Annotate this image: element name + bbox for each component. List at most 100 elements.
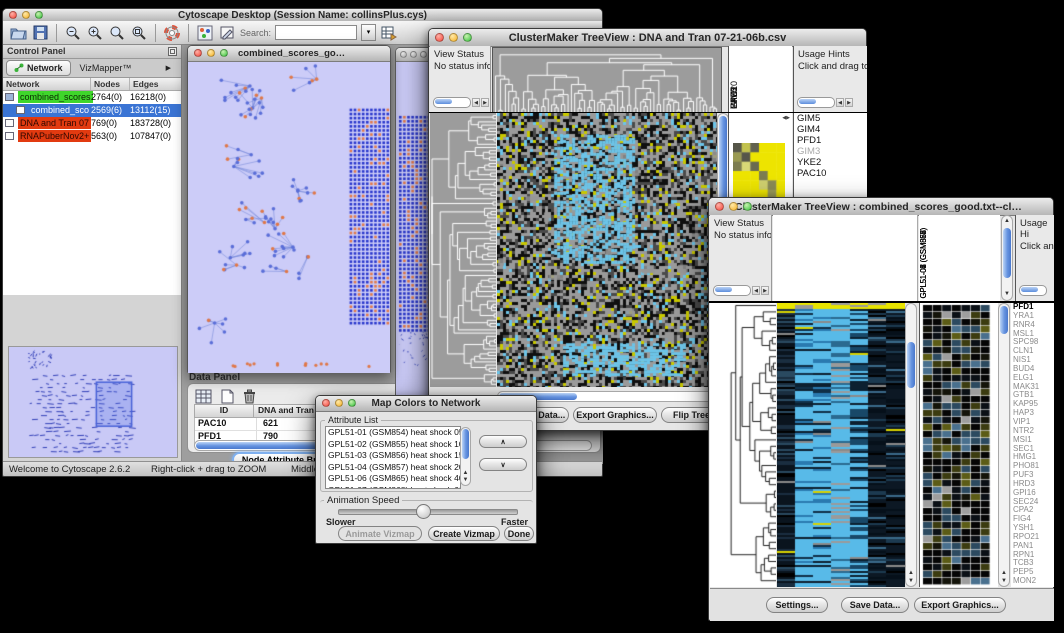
gene-label[interactable]: GIM4 [794, 124, 867, 135]
tv2-labels-vscrollbar[interactable]: ▲ ▼ [1001, 215, 1013, 301]
treeview2-title-bar[interactable]: ClusterMaker TreeView : combined_scores_… [709, 198, 1053, 216]
tab-vizmapper[interactable]: VizMapper™ [73, 61, 139, 75]
export-graphics-button[interactable]: Export Graphics... [573, 407, 657, 423]
minimize-button[interactable] [22, 11, 30, 19]
import-table-icon[interactable] [380, 24, 398, 42]
search-input[interactable] [275, 25, 357, 40]
network-view-title-bar[interactable]: combined_scores_good.txt--cluste... [188, 46, 390, 62]
scroll-right-arrow[interactable]: ▶ [845, 98, 853, 107]
tv1-row-dendrogram-canvas[interactable] [430, 113, 496, 387]
network-row[interactable]: DNA and Tran 07 769(0) 183728(0) [3, 117, 181, 130]
move-down-button[interactable]: ∨ [479, 458, 527, 471]
background-window-title-bar[interactable] [396, 48, 432, 62]
move-up-button[interactable]: ∧ [479, 435, 527, 448]
close-button[interactable] [715, 202, 724, 211]
scroll-up-arrow[interactable]: ▲ [906, 570, 916, 577]
tv2-column-dendrogram-area[interactable] [773, 215, 918, 301]
done-button[interactable]: Done [504, 526, 534, 541]
zoom-button[interactable] [743, 202, 752, 211]
mini-scroll-arrows[interactable]: ◀▶ [782, 115, 790, 121]
scroll-up-arrow[interactable]: ▲ [1002, 218, 1012, 225]
close-button[interactable] [435, 33, 444, 42]
background-network-canvas[interactable] [396, 62, 432, 399]
gene-label[interactable]: GIM5 [794, 113, 867, 124]
treeview1-title-bar[interactable]: ClusterMaker TreeView : DNA and Tran 07-… [429, 29, 866, 47]
network-row[interactable]: combined_scores 2764(0) 16218(0) [3, 91, 181, 104]
attribute-item[interactable]: GPL51-04 (GSM857) heat shock 20 min [326, 462, 460, 474]
attribute-item[interactable]: GPL51-03 (GSM856) heat shock 15 min [326, 450, 460, 462]
column-label[interactable]: GPL51-08 (GSM872) [919, 228, 928, 299]
search-dropdown-arrow[interactable]: ▾ [361, 24, 376, 41]
scroll-down-arrow[interactable]: ▼ [1002, 291, 1012, 298]
tab-network[interactable]: Network [6, 60, 71, 76]
minimize-button[interactable] [449, 33, 458, 42]
export-graphics-button[interactable]: Export Graphics... [914, 597, 1006, 613]
scroll-right-arrow[interactable]: ▶ [481, 98, 489, 107]
gene-label[interactable]: PAC10 [794, 168, 867, 179]
annotation-icon[interactable] [218, 24, 236, 42]
gene-label[interactable]: PFD1 [794, 135, 867, 146]
delete-attribute-trash-icon[interactable] [240, 387, 258, 405]
save-floppy-icon[interactable] [31, 24, 49, 42]
help-lifesaver-icon[interactable] [163, 24, 181, 42]
scroll-down-arrow[interactable]: ▼ [999, 578, 1009, 585]
attribute-listbox[interactable]: GPL51-01 (GSM854) heat shock 05 minGPL51… [325, 426, 461, 489]
open-folder-icon[interactable] [9, 24, 27, 42]
network-overview-canvas[interactable] [8, 346, 178, 458]
animate-vizmap-button[interactable]: Animate Vizmap [338, 526, 422, 541]
zoom-button[interactable] [220, 49, 228, 57]
network-row[interactable]: RNAPuberNov2+ 563(0) 107847(0) [3, 130, 181, 143]
zoom-button[interactable] [463, 33, 472, 42]
vizmapper-node-icon[interactable] [196, 24, 214, 42]
new-attribute-icon[interactable] [218, 387, 236, 405]
close-button[interactable] [9, 11, 17, 19]
tv2-heatmap-vscrollbar[interactable]: ▲ ▼ [905, 303, 917, 587]
zoom-button[interactable] [35, 11, 43, 19]
tv2-zoom-detail-canvas[interactable] [919, 303, 998, 587]
network-graph-canvas[interactable] [188, 62, 390, 373]
gene-label[interactable]: YKE2 [794, 157, 867, 168]
attribute-item[interactable]: GPL51-06 (GSM865) heat shock 40 min [326, 473, 460, 485]
scroll-up-arrow[interactable]: ▲ [999, 570, 1009, 577]
minimize-button[interactable] [335, 399, 343, 407]
close-button[interactable] [322, 399, 330, 407]
zoom-in-icon[interactable] [86, 24, 104, 42]
network-row[interactable]: combined_sco 2569(6) 13112(15) [3, 104, 181, 117]
zoom-button[interactable] [348, 399, 356, 407]
slider-thumb[interactable] [416, 504, 431, 519]
tv2-heatmap-canvas[interactable] [777, 303, 905, 587]
scroll-down-arrow[interactable]: ▼ [906, 578, 916, 585]
scroll-left-arrow[interactable]: ◀ [752, 286, 760, 295]
zoom-selected-icon[interactable] [130, 24, 148, 42]
zoom-fit-icon[interactable] [108, 24, 126, 42]
gene-label[interactable]: GIM3 [794, 146, 867, 157]
scroll-left-arrow[interactable]: ◀ [836, 98, 844, 107]
zoom-out-icon[interactable] [64, 24, 82, 42]
close-button[interactable] [400, 51, 407, 58]
minimize-button[interactable] [207, 49, 215, 57]
scroll-left-arrow[interactable]: ◀ [472, 98, 480, 107]
mini-scrollbar[interactable]: ◀▶ [713, 285, 769, 296]
tv2-genelist-vscrollbar[interactable]: ▲ ▼ [998, 303, 1010, 587]
save-data-button[interactable]: Save Data... [841, 597, 909, 613]
tab-overflow-arrow[interactable]: ▶ [159, 61, 178, 75]
dialog-title-bar[interactable]: Map Colors to Network [316, 396, 536, 412]
minimize-button[interactable] [410, 51, 417, 58]
attribute-item[interactable]: GPL51-07 (GSM868) heat shock 60 min [326, 485, 460, 490]
column-label[interactable]: PAC10 [729, 81, 739, 109]
tv1-similarity-matrix-canvas[interactable] [733, 143, 785, 199]
table-mode-icon[interactable] [194, 387, 212, 405]
scroll-right-arrow[interactable]: ▶ [761, 286, 769, 295]
attribute-item[interactable]: GPL51-01 (GSM854) heat shock 05 min [326, 427, 460, 439]
float-panel-icon[interactable] [168, 47, 177, 60]
zoom-button[interactable] [420, 51, 427, 58]
settings-button[interactable]: Settings... [766, 597, 828, 613]
gene-label[interactable]: MON2 [1011, 577, 1054, 586]
scroll-down-arrow[interactable]: ▼ [461, 477, 470, 484]
scroll-up-arrow[interactable]: ▲ [461, 470, 470, 477]
mini-scrollbar[interactable]: ◀▶ [797, 97, 853, 108]
attribute-item[interactable]: GPL51-02 (GSM855) heat shock 10 min [326, 439, 460, 451]
tv1-column-dendrogram-canvas[interactable] [492, 47, 722, 113]
attribute-list-scrollbar[interactable]: ▲ ▼ [460, 427, 471, 486]
tv2-row-dendrogram-canvas[interactable] [710, 303, 776, 587]
